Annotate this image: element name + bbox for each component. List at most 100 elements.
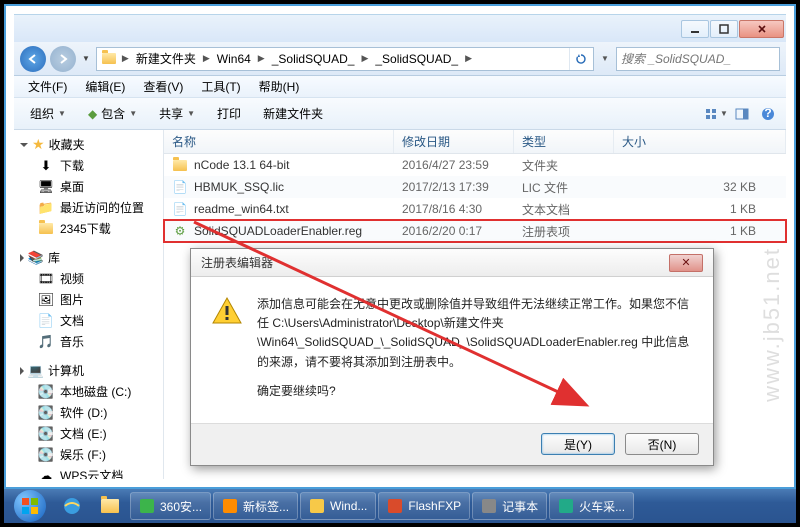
sidebar-item-music[interactable]: 🎵音乐 xyxy=(14,331,163,352)
taskbar-item[interactable]: 记事本 xyxy=(472,492,547,520)
sidebar-item-cdrive[interactable]: 💽本地磁盘 (C:) xyxy=(14,381,163,402)
view-options-button[interactable]: ▼ xyxy=(704,102,728,126)
history-dropdown[interactable]: ▼ xyxy=(80,54,92,63)
preview-pane-button[interactable] xyxy=(730,102,754,126)
download-icon: ⬇ xyxy=(38,158,54,174)
newfolder-label: 新建文件夹 xyxy=(263,105,323,122)
windows-logo-icon xyxy=(14,490,46,522)
file-icon: 📄 xyxy=(172,201,188,217)
folder-icon xyxy=(101,51,117,67)
sidebar-item-recent[interactable]: 📁最近访问的位置 xyxy=(14,197,163,218)
menu-help[interactable]: 帮助(H) xyxy=(251,76,308,97)
dialog-footer: 是(Y) 否(N) xyxy=(191,423,713,465)
file-size: 32 KB xyxy=(614,180,786,194)
file-type: 注册表项 xyxy=(514,223,614,240)
file-row[interactable]: 📄HBMUK_SSQ.lic2017/2/13 17:39LIC 文件32 KB xyxy=(164,176,786,198)
file-row[interactable]: nCode 13.1 64-bit2016/4/27 23:59文件夹 xyxy=(164,154,786,176)
dialog-text-line1: 添加信息可能会在无意中更改或删除值并导致组件无法继续正常工作。如果您不信任 C:… xyxy=(257,295,693,372)
back-button[interactable] xyxy=(20,46,46,72)
column-name[interactable]: 名称 xyxy=(164,130,394,153)
file-name: 📄readme_win64.txt xyxy=(164,201,394,217)
sidebar-item-desktop[interactable]: 🖥桌面 xyxy=(14,176,163,197)
dialog-yes-button[interactable]: 是(Y) xyxy=(541,433,615,455)
close-button[interactable] xyxy=(739,20,784,38)
app-icon xyxy=(222,498,238,514)
toolbar: 组织▼ ◆包含▼ 共享▼ 打印 新建文件夹 ▼ ? xyxy=(14,98,786,130)
column-date[interactable]: 修改日期 xyxy=(394,130,514,153)
bc-arrow-icon[interactable]: ▶ xyxy=(255,53,268,64)
explorer-window: ▼ ▶ 新建文件夹 ▶ Win64 ▶ _SolidSQUAD_ ▶ _Soli… xyxy=(14,14,786,479)
menu-tools[interactable]: 工具(T) xyxy=(193,76,248,97)
menu-file[interactable]: 文件(F) xyxy=(20,76,75,97)
search-box[interactable] xyxy=(616,47,780,71)
sidebar-favorites[interactable]: ★收藏夹 xyxy=(14,134,163,155)
menu-edit[interactable]: 编辑(E) xyxy=(77,76,133,97)
bc-arrow-icon[interactable]: ▶ xyxy=(119,53,132,64)
file-date: 2017/2/13 17:39 xyxy=(394,180,514,194)
document-icon: 📄 xyxy=(38,313,54,329)
sidebar-item-ddrive[interactable]: 💽软件 (D:) xyxy=(14,402,163,423)
file-name: 📄HBMUK_SSQ.lic xyxy=(164,179,394,195)
taskbar-item[interactable]: Wind... xyxy=(300,492,376,520)
registry-editor-dialog: 注册表编辑器 ✕ 添加信息可能会在无意中更改或删除值并导致组件无法继续正常工作。… xyxy=(190,248,714,466)
menu-view[interactable]: 查看(V) xyxy=(135,76,191,97)
search-input[interactable] xyxy=(621,52,778,66)
file-name: nCode 13.1 64-bit xyxy=(164,157,394,173)
dialog-title: 注册表编辑器 xyxy=(201,254,273,271)
separator-dropdown[interactable]: ▼ xyxy=(598,52,612,66)
sidebar-item-pictures[interactable]: 🖼图片 xyxy=(14,289,163,310)
sidebar-item-edrive[interactable]: 💽文档 (E:) xyxy=(14,423,163,444)
dialog-close-button[interactable]: ✕ xyxy=(669,254,703,272)
taskbar-item[interactable]: 新标签... xyxy=(213,492,298,520)
bc-arrow-icon[interactable]: ▶ xyxy=(358,53,371,64)
maximize-button[interactable] xyxy=(710,20,738,38)
forward-button[interactable] xyxy=(50,46,76,72)
start-button[interactable] xyxy=(8,489,52,523)
file-type: 文本文档 xyxy=(514,201,614,218)
include-button[interactable]: ◆包含▼ xyxy=(78,102,147,125)
column-type[interactable]: 类型 xyxy=(514,130,614,153)
bc-seg-3[interactable]: _SolidSQUAD_ xyxy=(371,48,462,70)
sidebar-libraries[interactable]: 📚库 xyxy=(14,247,163,268)
file-row[interactable]: ⚙SolidSQUADLoaderEnabler.reg2016/2/20 0:… xyxy=(164,220,786,242)
sidebar-item-downloads[interactable]: ⬇下载 xyxy=(14,155,163,176)
sidebar-item-2345[interactable]: 2345下载 xyxy=(14,218,163,239)
organize-label: 组织 xyxy=(30,105,54,122)
organize-button[interactable]: 组织▼ xyxy=(20,102,76,125)
sidebar: ★收藏夹 ⬇下载 🖥桌面 📁最近访问的位置 2345下载 📚库 🎞视频 🖼图片 … xyxy=(14,130,164,479)
sidebar-item-documents[interactable]: 📄文档 xyxy=(14,310,163,331)
help-button[interactable]: ? xyxy=(756,102,780,126)
sidebar-computer[interactable]: 💻计算机 xyxy=(14,360,163,381)
print-button[interactable]: 打印 xyxy=(207,102,251,125)
dialog-no-button[interactable]: 否(N) xyxy=(625,433,699,455)
share-button[interactable]: 共享▼ xyxy=(149,102,205,125)
bc-seg-1[interactable]: Win64 xyxy=(213,48,255,70)
bc-arrow-icon[interactable]: ▶ xyxy=(200,53,213,64)
app-icon xyxy=(481,498,497,514)
sidebar-item-videos[interactable]: 🎞视频 xyxy=(14,268,163,289)
bc-seg-2[interactable]: _SolidSQUAD_ xyxy=(268,48,359,70)
file-row[interactable]: 📄readme_win64.txt2017/8/16 4:30文本文档1 KB xyxy=(164,198,786,220)
bc-arrow-icon[interactable]: ▶ xyxy=(462,53,475,64)
taskbar-item[interactable]: FlashFXP xyxy=(378,492,470,520)
newfolder-button[interactable]: 新建文件夹 xyxy=(253,102,333,125)
taskbar-item[interactable]: 火车采... xyxy=(549,492,634,520)
file-size: 1 KB xyxy=(614,202,786,216)
taskbar-pin-explorer[interactable] xyxy=(92,492,128,520)
sidebar-item-fdrive[interactable]: 💽娱乐 (F:) xyxy=(14,444,163,465)
taskbar-pin-ie[interactable] xyxy=(54,492,90,520)
taskbar-item[interactable]: 360安... xyxy=(130,492,211,520)
desktop-icon: 🖥 xyxy=(38,179,54,195)
breadcrumb-bar[interactable]: ▶ 新建文件夹 ▶ Win64 ▶ _SolidSQUAD_ ▶ _SolidS… xyxy=(96,47,594,71)
minimize-button[interactable] xyxy=(681,20,709,38)
bc-seg-0[interactable]: 新建文件夹 xyxy=(132,48,200,70)
dialog-text-line2: 确定要继续吗? xyxy=(257,382,693,401)
svg-text:?: ? xyxy=(764,107,771,120)
file-name: ⚙SolidSQUADLoaderEnabler.reg xyxy=(164,223,394,239)
sidebar-item-wps[interactable]: ☁WPS云文档 xyxy=(14,465,163,479)
cloud-icon: ☁ xyxy=(38,468,54,480)
refresh-button[interactable] xyxy=(569,48,591,70)
column-size[interactable]: 大小 xyxy=(614,130,786,153)
taskbar-item-label: 360安... xyxy=(160,498,202,515)
recent-icon: 📁 xyxy=(38,200,54,216)
